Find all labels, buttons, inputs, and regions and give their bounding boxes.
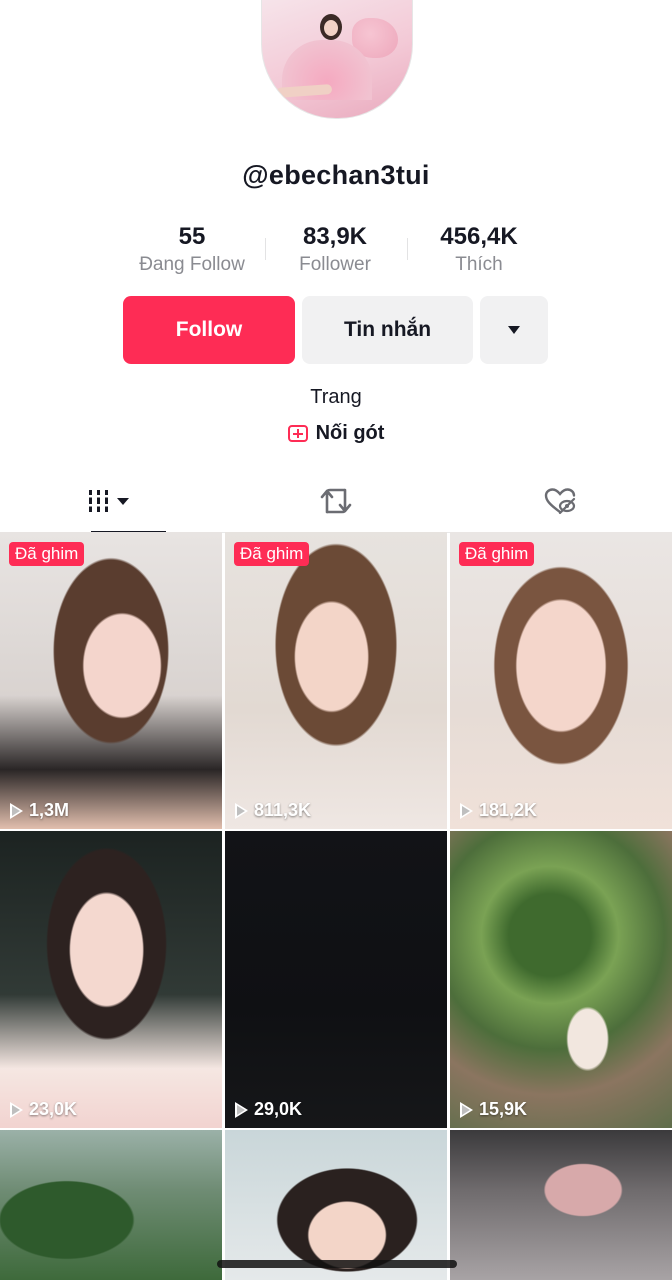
play-icon [460,1101,473,1118]
view-count: 811,3K [235,800,311,821]
play-icon [10,802,23,819]
profile-link-label: Nối gót [315,422,385,444]
video-thumbnail[interactable]: 23,0K [0,831,222,1128]
add-link-icon [287,425,308,442]
view-count: 23,0K [10,1099,77,1120]
view-count-value: 181,2K [479,800,538,820]
profile-tabs [0,470,672,533]
profile-avatar[interactable] [261,0,413,119]
play-icon [460,802,473,819]
profile-link[interactable]: Nối gót [0,422,672,445]
play-icon [235,1101,248,1118]
view-count-value: 1,3M [29,800,70,820]
liked-hidden-icon [544,488,576,515]
view-count-value: 29,0K [254,1099,303,1119]
repost-icon [320,488,352,514]
view-count-value: 23,0K [29,1099,78,1119]
stat-followers-label: Follower [299,254,371,275]
view-count-value: 15,9K [479,1099,528,1119]
video-thumbnail[interactable]: Đã ghim 181,2K [450,532,672,829]
profile-bio: Trang [310,386,362,408]
profile-username: @ebechan3tui [242,160,430,190]
view-count: 15,9K [460,1099,527,1120]
stat-following[interactable]: 55 Đang Follow [117,222,267,276]
video-thumbnail[interactable]: Đã ghim 811,3K [225,532,447,829]
video-thumbnail[interactable]: 29,0K [225,831,447,1128]
play-icon [235,802,248,819]
stat-likes[interactable]: 456,4K Thích [404,222,554,276]
tab-videos[interactable] [0,470,224,533]
follow-button[interactable]: Follow [123,296,295,364]
view-count: 1,3M [10,800,69,821]
play-icon [10,1101,23,1118]
stat-followers-value: 83,9K [302,223,368,250]
stat-likes-label: Thích [455,254,503,275]
dropdown-arrow-icon [508,326,520,334]
stat-following-value: 55 [178,223,206,250]
video-thumbnail[interactable] [450,1130,672,1280]
view-count: 181,2K [460,800,537,821]
avatar-figure-face [324,20,338,36]
stat-followers[interactable]: 83,9K Follower [260,222,410,276]
videos-grid-icon [87,490,129,512]
more-options-button[interactable] [480,296,548,364]
message-button[interactable]: Tin nhắn [302,296,473,364]
stat-following-label: Đang Follow [139,254,245,275]
video-thumbnail[interactable] [225,1130,447,1280]
pinned-badge: Đã ghim [9,542,85,566]
home-indicator[interactable] [217,1260,457,1268]
tab-liked[interactable] [448,470,672,532]
video-thumbnail[interactable]: Đã ghim 1,3M [0,532,222,829]
pinned-badge: Đã ghim [234,542,310,566]
view-count: 29,0K [235,1099,302,1120]
view-count-value: 811,3K [254,800,312,820]
video-thumbnail[interactable]: 15,9K [450,831,672,1128]
video-thumbnail[interactable] [0,1130,222,1280]
stat-likes-value: 456,4K [440,223,518,250]
tab-reposts[interactable] [224,470,448,532]
pinned-badge: Đã ghim [459,542,535,566]
